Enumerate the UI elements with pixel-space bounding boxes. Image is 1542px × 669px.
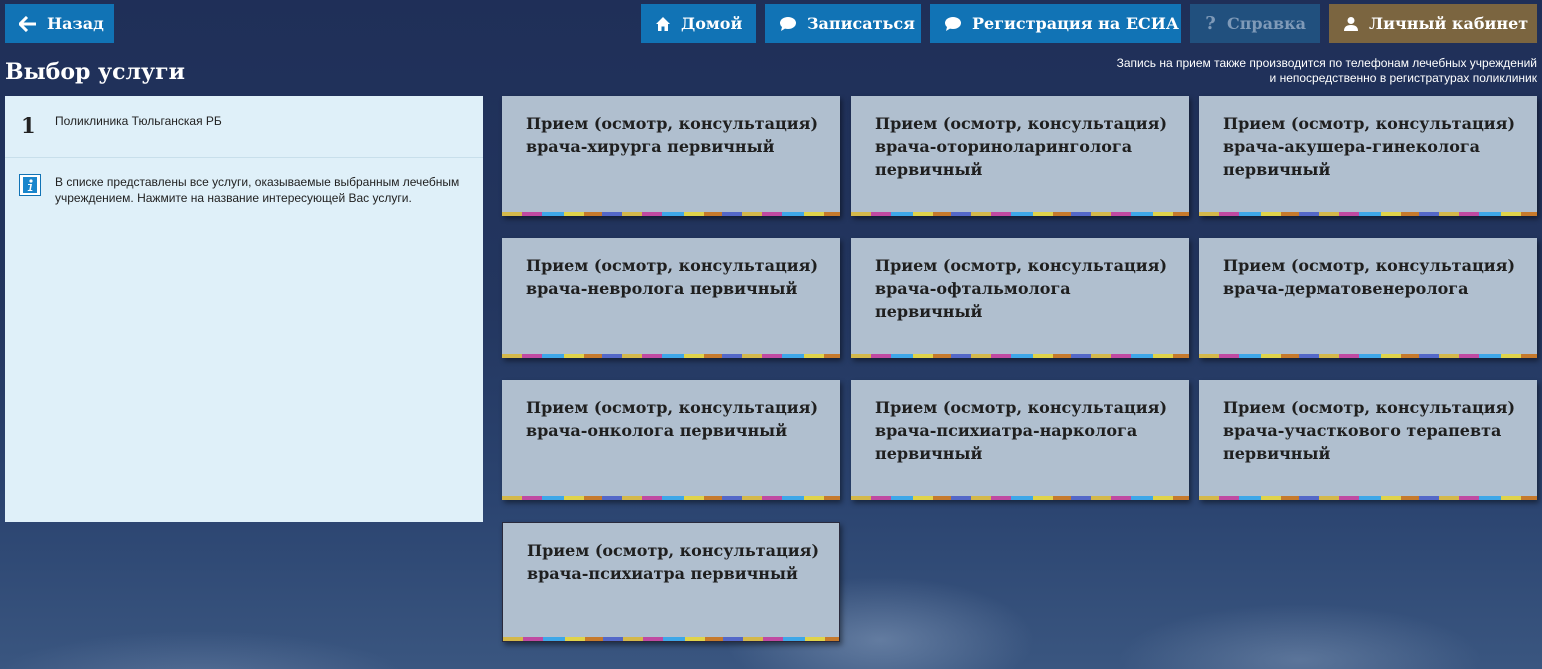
home-icon <box>655 15 671 33</box>
selection-panel: 1 Поликлиника Тюльганская РБ В списке пр… <box>5 96 483 522</box>
user-icon <box>1343 15 1359 33</box>
service-title: Прием (осмотр, консультация) врача-невро… <box>526 256 819 298</box>
service-title: Прием (осмотр, консультация) врача-дерма… <box>1223 256 1516 298</box>
card-stripe <box>1199 354 1537 358</box>
service-card[interactable]: Прием (осмотр, консультация) врача-психи… <box>502 522 840 642</box>
chat-bubble-icon <box>779 15 797 33</box>
info-text: В списке представлены все услуги, оказыв… <box>55 175 460 205</box>
service-title: Прием (осмотр, консультация) врача-онкол… <box>526 398 819 440</box>
service-card[interactable]: Прием (осмотр, консультация) врача-психи… <box>851 380 1189 500</box>
card-stripe <box>502 496 840 500</box>
service-title: Прием (осмотр, консультация) врача-психи… <box>875 398 1168 463</box>
service-title: Прием (осмотр, консультация) врача-отори… <box>875 114 1168 179</box>
question-icon: ? <box>1205 13 1216 34</box>
card-stripe <box>851 354 1189 358</box>
service-title: Прием (осмотр, консультация) врача-психи… <box>527 541 820 583</box>
back-label: Назад <box>47 14 104 33</box>
note-line-1: Запись на прием также производится по те… <box>1116 56 1537 70</box>
service-card[interactable]: Прием (осмотр, консультация) врача-невро… <box>502 238 840 358</box>
signup-button[interactable]: Записаться <box>765 4 921 43</box>
service-card[interactable]: Прием (осмотр, консультация) врача-хирур… <box>502 96 840 216</box>
card-stripe <box>503 637 839 641</box>
service-title: Прием (осмотр, консультация) врача-хирур… <box>526 114 819 156</box>
home-label: Домой <box>681 14 743 33</box>
step-number: 1 <box>21 113 36 138</box>
arrow-left-icon <box>19 15 37 33</box>
chat-bubble-icon <box>944 15 962 33</box>
card-stripe <box>502 354 840 358</box>
cabinet-label: Личный кабинет <box>1369 14 1529 33</box>
help-label: Справка <box>1226 14 1306 33</box>
card-stripe <box>1199 496 1537 500</box>
personal-cabinet-button[interactable]: Личный кабинет <box>1329 4 1537 43</box>
card-stripe <box>502 212 840 216</box>
help-button[interactable]: ? Справка <box>1190 4 1320 43</box>
service-title: Прием (осмотр, консультация) врача-акуше… <box>1223 114 1516 179</box>
info-icon <box>19 174 41 196</box>
service-card[interactable]: Прием (осмотр, консультация) врача-офтал… <box>851 238 1189 358</box>
esia-registration-button[interactable]: Регистрация на ЕСИА <box>930 4 1181 43</box>
service-title: Прием (осмотр, консультация) врача-участ… <box>1223 398 1516 463</box>
service-title: Прием (осмотр, консультация) врача-офтал… <box>875 256 1168 321</box>
phone-booking-note: Запись на прием также производится по те… <box>1017 56 1537 86</box>
back-button[interactable]: Назад <box>5 4 114 43</box>
home-button[interactable]: Домой <box>641 4 756 43</box>
card-stripe <box>851 212 1189 216</box>
card-stripe <box>851 496 1189 500</box>
selected-clinic-row[interactable]: 1 Поликлиника Тюльганская РБ <box>5 96 483 158</box>
note-line-2: и непосредственно в регистратурах поликл… <box>1269 71 1537 85</box>
service-card[interactable]: Прием (осмотр, консультация) врача-отори… <box>851 96 1189 216</box>
clinic-name: Поликлиника Тюльганская РБ <box>55 114 222 128</box>
service-card[interactable]: Прием (осмотр, консультация) врача-дерма… <box>1199 238 1537 358</box>
service-card[interactable]: Прием (осмотр, консультация) врача-акуше… <box>1199 96 1537 216</box>
service-card[interactable]: Прием (осмотр, консультация) врача-онкол… <box>502 380 840 500</box>
page-title: Выбор услуги <box>5 59 185 85</box>
service-card[interactable]: Прием (осмотр, консультация) врача-участ… <box>1199 380 1537 500</box>
info-row: В списке представлены все услуги, оказыв… <box>5 158 483 206</box>
esia-label: Регистрация на ЕСИА <box>972 14 1179 33</box>
card-stripe <box>1199 212 1537 216</box>
signup-label: Записаться <box>807 14 915 33</box>
